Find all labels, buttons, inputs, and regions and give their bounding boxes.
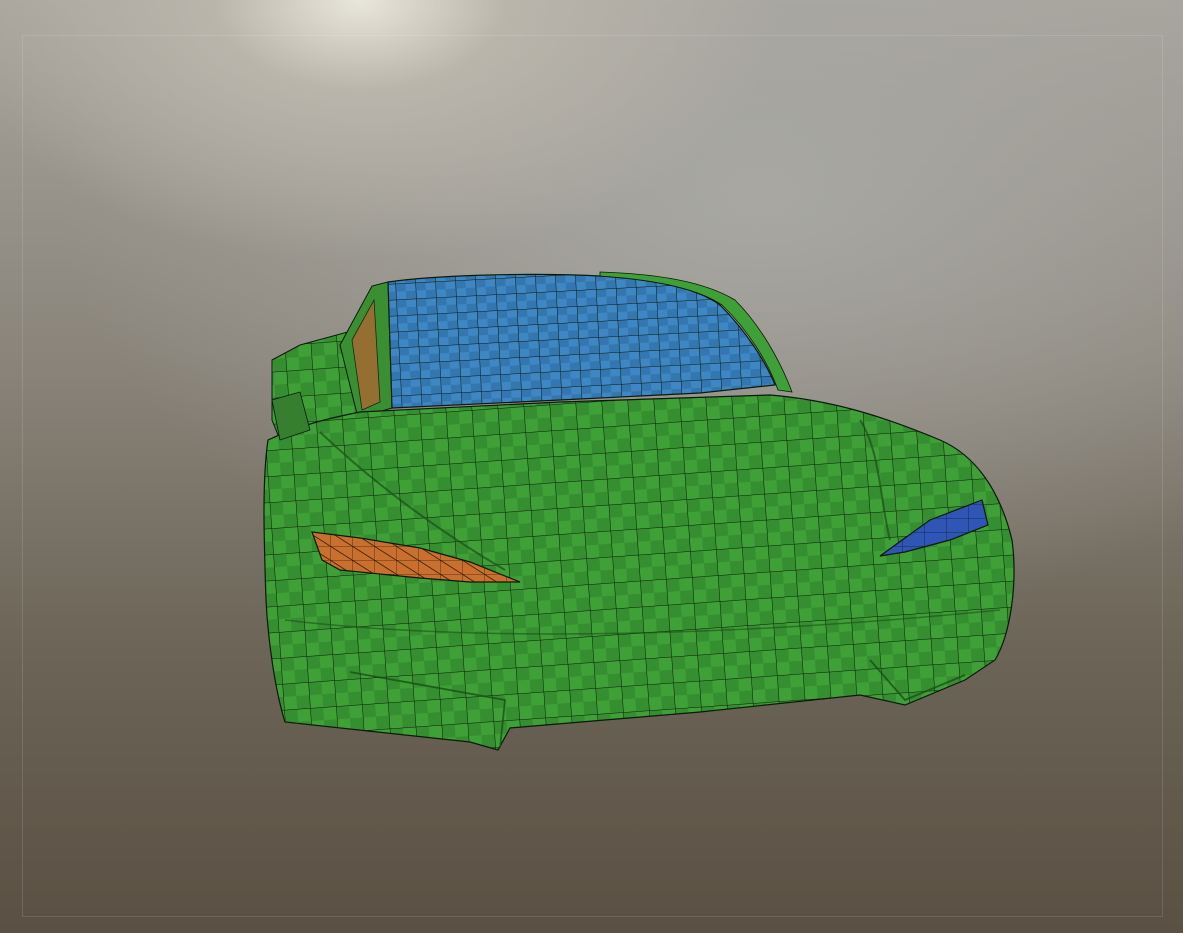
car-model[interactable] — [0, 0, 1183, 933]
3d-viewport[interactable] — [0, 0, 1183, 933]
